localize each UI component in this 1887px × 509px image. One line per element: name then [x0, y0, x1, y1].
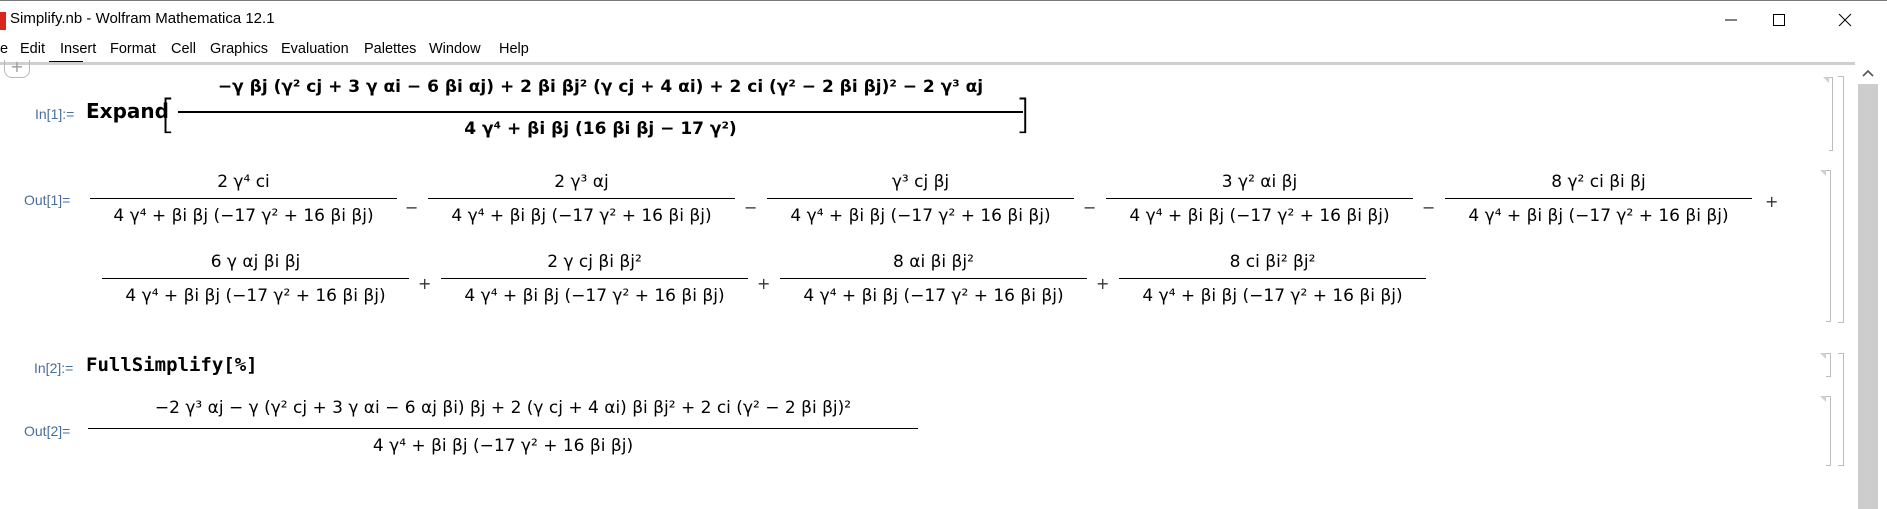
- fraction-bar: [178, 111, 1023, 113]
- fraction-bar: [767, 198, 1074, 199]
- menu-bar: e Edit Insert Format Cell Graphics Evalu…: [0, 38, 1887, 62]
- in1-close-bracket: ]: [1015, 92, 1031, 138]
- scrollbar-thumb[interactable]: [1858, 84, 1878, 509]
- out2-denominator: 4 γ⁴ + βi βj (−17 γ² + 16 βi βj): [372, 436, 634, 456]
- term-numerator: 2 γ⁴ ci: [217, 172, 270, 192]
- in1-function: Expand: [86, 99, 169, 123]
- fraction-bar: [88, 428, 918, 429]
- operator-plus: +: [418, 274, 432, 293]
- operator-minus: −: [1422, 198, 1436, 217]
- term-denominator: 4 γ⁴ + βi βj (−17 γ² + 16 βi βj): [451, 206, 712, 226]
- cell-bracket-in1[interactable]: [1823, 77, 1833, 151]
- out2-numerator: −2 γ³ αj − γ (γ² cj + 3 γ αi − 6 αj βi) …: [154, 398, 852, 418]
- operator-plus: +: [1765, 192, 1779, 211]
- title-bar: Simplify.nb - Wolfram Mathematica 12.1: [0, 0, 1887, 38]
- fraction-bar: [441, 278, 748, 279]
- fraction-bar: [102, 278, 409, 279]
- mathematica-app-icon: [0, 12, 6, 30]
- operator-minus: −: [1083, 198, 1097, 217]
- operator-plus: +: [757, 274, 771, 293]
- menu-cell[interactable]: Cell: [171, 41, 196, 57]
- maximize-button[interactable]: [1751, 1, 1807, 39]
- operator-minus: −: [405, 198, 419, 217]
- in2-expression[interactable]: FullSimplify[%]: [86, 354, 258, 376]
- chevron-up-icon: [1862, 69, 1874, 77]
- menu-insert[interactable]: Insert: [60, 41, 96, 57]
- menu-evaluation[interactable]: Evaluation: [281, 41, 349, 57]
- term-numerator: 8 γ² ci βi βj: [1551, 172, 1646, 192]
- term-denominator: 4 γ⁴ + βi βj (−17 γ² + 16 βi βj): [790, 206, 1051, 226]
- term-numerator: 3 γ² αi βj: [1221, 172, 1298, 192]
- term-numerator: 2 γ cj βi βj²: [547, 252, 642, 272]
- operator-minus: −: [744, 198, 758, 217]
- term-denominator: 4 γ⁴ + βi βj (−17 γ² + 16 βi βj): [1129, 206, 1390, 226]
- term-denominator: 4 γ⁴ + βi βj (−17 γ² + 16 βi βj): [464, 286, 725, 306]
- maximize-icon: [1773, 14, 1785, 26]
- in1-numerator: −γ βj (γ² cj + 3 γ αi − 6 βi αj) + 2 βi …: [217, 77, 984, 97]
- in1-open-bracket: [: [160, 92, 176, 138]
- menu-window[interactable]: Window: [429, 41, 481, 57]
- cell-bracket-out1[interactable]: [1820, 170, 1831, 322]
- out1-term: 3 γ² αi βj 4 γ⁴ + βi βj (−17 γ² + 16 βi …: [1106, 172, 1413, 232]
- menu-edit[interactable]: Edit: [20, 41, 45, 57]
- out1-label: Out[1]=: [24, 192, 71, 208]
- close-icon: [1838, 13, 1852, 27]
- term-denominator: 4 γ⁴ + βi βj (−17 γ² + 16 βi βj): [1468, 206, 1729, 226]
- group-bracket-1[interactable]: [1838, 76, 1844, 323]
- in1-label: In[1]:=: [35, 106, 75, 122]
- fraction-bar: [90, 198, 397, 199]
- window-title: Simplify.nb - Wolfram Mathematica 12.1: [10, 10, 275, 27]
- fraction-bar: [780, 278, 1087, 279]
- cell-bracket-in2[interactable]: [1820, 353, 1831, 377]
- out1-term: 2 γ³ αj 4 γ⁴ + βi βj (−17 γ² + 16 βi βj): [428, 172, 735, 232]
- menu-file[interactable]: e: [0, 41, 8, 57]
- out1-term: 8 γ² ci βi βj 4 γ⁴ + βi βj (−17 γ² + 16 …: [1445, 172, 1752, 232]
- minimize-icon: [1725, 19, 1737, 21]
- term-denominator: 4 γ⁴ + βi βj (−17 γ² + 16 βi βj): [803, 286, 1064, 306]
- operator-plus: +: [1096, 274, 1110, 293]
- term-denominator: 4 γ⁴ + βi βj (−17 γ² + 16 βi βj): [125, 286, 386, 306]
- plus-icon: +: [10, 57, 24, 76]
- scroll-up-button[interactable]: [1857, 62, 1879, 84]
- term-numerator: 6 γ αj βi βj: [210, 252, 301, 272]
- out1-term: 2 γ⁴ ci 4 γ⁴ + βi βj (−17 γ² + 16 βi βj): [90, 172, 397, 232]
- out1-term: 8 αi βi βj² 4 γ⁴ + βi βj (−17 γ² + 16 βi…: [780, 252, 1087, 312]
- term-numerator: 2 γ³ αj: [554, 172, 609, 192]
- out1-term: 8 ci βi² βj² 4 γ⁴ + βi βj (−17 γ² + 16 β…: [1119, 252, 1426, 312]
- term-numerator: 8 ci βi² βj²: [1229, 252, 1316, 272]
- add-cell-button[interactable]: +: [4, 57, 30, 78]
- term-denominator: 4 γ⁴ + βi βj (−17 γ² + 16 βi βj): [113, 206, 374, 226]
- group-bracket-2[interactable]: [1838, 353, 1844, 466]
- menu-graphics[interactable]: Graphics: [210, 41, 268, 57]
- fraction-bar: [428, 198, 735, 199]
- close-button[interactable]: [1817, 1, 1873, 39]
- term-numerator: 8 αi βi βj²: [893, 252, 974, 272]
- out2-label: Out[2]=: [24, 423, 71, 439]
- menu-palettes[interactable]: Palettes: [364, 41, 416, 57]
- in1-fraction[interactable]: −γ βj (γ² cj + 3 γ αi − 6 βi αj) + 2 βi …: [178, 77, 1023, 149]
- out2-fraction: −2 γ³ αj − γ (γ² cj + 3 γ αi − 6 αj βi) …: [88, 398, 918, 464]
- fraction-bar: [1445, 198, 1752, 199]
- menu-format[interactable]: Format: [110, 41, 156, 57]
- out1-term: γ³ cj βj 4 γ⁴ + βi βj (−17 γ² + 16 βi βj…: [767, 172, 1074, 232]
- in2-label: In[2]:=: [34, 360, 74, 376]
- in1-denominator: 4 γ⁴ + βi βj (16 βi βj − 17 γ²): [464, 119, 737, 139]
- out1-term: 2 γ cj βi βj² 4 γ⁴ + βi βj (−17 γ² + 16 …: [441, 252, 748, 312]
- out1-term: 6 γ αj βi βj 4 γ⁴ + βi βj (−17 γ² + 16 β…: [102, 252, 409, 312]
- cell-bracket-out2[interactable]: [1820, 396, 1831, 466]
- menu-help[interactable]: Help: [499, 41, 529, 57]
- fraction-bar: [1106, 198, 1413, 199]
- term-denominator: 4 γ⁴ + βi βj (−17 γ² + 16 βi βj): [1142, 286, 1403, 306]
- fraction-bar: [1119, 278, 1426, 279]
- term-numerator: γ³ cj βj: [891, 172, 950, 192]
